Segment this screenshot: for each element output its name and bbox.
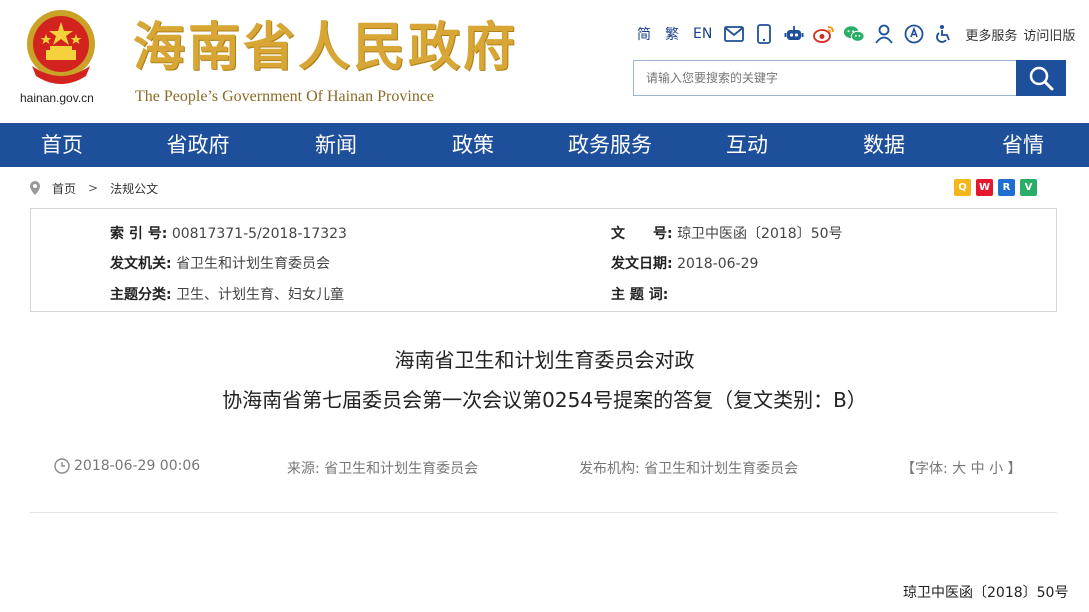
font-size-medium[interactable]: 中	[971, 458, 985, 478]
nav-item-interaction[interactable]: 互动	[695, 123, 799, 167]
nav-item-news[interactable]: 新闻	[284, 123, 388, 167]
publish-time: 2018-06-29 00:06	[54, 458, 200, 474]
meta-topic: 主题分类: 卫生、计划生育、妇女儿童	[110, 287, 345, 303]
nav-item-data[interactable]: 数据	[832, 123, 936, 167]
document-meta-box: 索 引 号: 00817371-5/2018-17323 文 号: 琼卫中医函〔…	[30, 208, 1057, 312]
font-size-small[interactable]: 小	[989, 458, 1003, 478]
lang-english[interactable]: EN	[693, 26, 712, 42]
weibo-icon[interactable]	[813, 23, 835, 45]
site-title[interactable]: 海南省人民政府	[133, 18, 518, 78]
meta-docno: 文 号: 琼卫中医函〔2018〕50号	[611, 226, 843, 242]
font-size-large[interactable]: 大	[952, 458, 966, 478]
publish-time-value: 2018-06-29 00:06	[74, 458, 201, 474]
content-divider	[30, 512, 1057, 513]
site-subtitle: The People’s Government Of Hainan Provin…	[135, 88, 435, 105]
wechat-icon[interactable]	[843, 23, 865, 45]
article-publisher: 发布机构: 省卫生和计划生育委员会	[579, 461, 799, 477]
national-emblem-icon	[27, 10, 95, 84]
share-wechat-icon[interactable]: V	[1020, 179, 1037, 196]
share-qzone-icon[interactable]: Q	[954, 179, 971, 196]
breadcrumb: 首页 > 法规公文	[30, 178, 158, 198]
mobile-icon[interactable]	[753, 23, 775, 45]
mail-icon[interactable]	[723, 23, 745, 45]
search-button[interactable]	[1016, 60, 1066, 96]
meta-index: 索 引 号: 00817371-5/2018-17323	[110, 226, 347, 242]
location-pin-icon	[30, 181, 40, 195]
main-nav: 首页 省政府 新闻 政策 政务服务 互动 数据 省情	[0, 123, 1089, 167]
accessibility-icon[interactable]	[933, 23, 955, 45]
nav-item-home[interactable]: 首页	[10, 123, 114, 167]
meta-issuer: 发文机关: 省卫生和计划生育委员会	[110, 256, 331, 272]
font-size-switcher: 【字体: 大 中 小 】	[901, 458, 1022, 478]
nav-item-government[interactable]: 省政府	[146, 123, 250, 167]
nav-item-province-info[interactable]: 省情	[971, 123, 1075, 167]
article-source: 来源: 省卫生和计划生育委员会	[287, 461, 479, 477]
robot-icon[interactable]	[783, 23, 805, 45]
breadcrumb-home[interactable]: 首页	[52, 180, 76, 197]
share-bar: Q W R V	[954, 179, 1037, 196]
lang-traditional[interactable]: 繁	[665, 24, 679, 44]
article-title-line1: 海南省卫生和计划生育委员会对政	[394, 348, 695, 372]
body-doc-number: 琼卫中医函〔2018〕50号	[903, 585, 1069, 601]
share-people-icon[interactable]: R	[998, 179, 1015, 196]
user-icon[interactable]	[873, 23, 895, 45]
search-input[interactable]	[633, 60, 1016, 96]
breadcrumb-current[interactable]: 法规公文	[110, 180, 158, 197]
site-domain: hainan.gov.cn	[20, 91, 94, 105]
top-links: 简 繁 EN 更多服务 访问旧版	[630, 22, 1075, 46]
meta-keywords: 主 题 词:	[611, 287, 669, 303]
site-header: hainan.gov.cn 海南省人民政府 The People’s Gover…	[0, 0, 1089, 123]
article-title-line2: 协海南省第七届委员会第一次会议第0254号提案的答复（复文类别：B）	[222, 388, 867, 412]
clock-icon	[54, 458, 70, 474]
meta-date: 发文日期: 2018-06-29	[611, 256, 759, 272]
chevron-right-icon: >	[88, 181, 99, 195]
old-version-link[interactable]: 访问旧版	[1023, 25, 1075, 44]
share-weibo-icon[interactable]: W	[976, 179, 993, 196]
lang-simplified[interactable]: 简	[637, 24, 651, 44]
search-icon	[1029, 66, 1054, 91]
voice-icon[interactable]	[903, 23, 925, 45]
more-services-link[interactable]: 更多服务	[965, 25, 1017, 44]
nav-item-services[interactable]: 政务服务	[558, 123, 662, 167]
nav-item-policy[interactable]: 政策	[421, 123, 525, 167]
